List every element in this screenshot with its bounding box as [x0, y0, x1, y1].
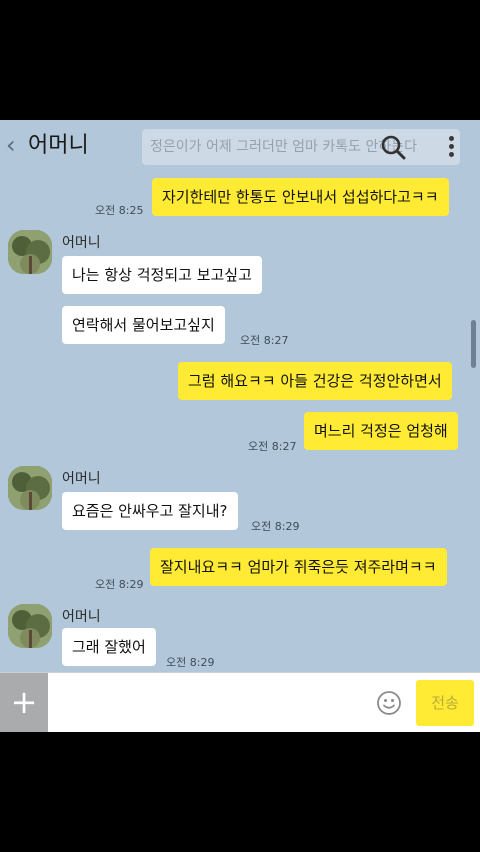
their-message-bubble[interactable]: 그래 잘했어 [62, 628, 156, 666]
message-time: 오전 8:29 [251, 520, 300, 533]
their-message-bubble[interactable]: 연락해서 물어보고싶지 [62, 306, 225, 344]
avatar[interactable] [8, 230, 52, 274]
sender-name: 어머니 [62, 235, 101, 251]
input-bar: + 전송 [0, 672, 480, 732]
message-time: 오전 8:29 [166, 656, 215, 669]
plus-icon[interactable]: + [0, 673, 48, 732]
chat-title: 어머니 [28, 133, 89, 158]
my-message-bubble[interactable]: 며느리 걱정은 엄청해 [304, 412, 458, 450]
chat-header: ‹ 어머니 정은이가 어제 그러더만 엄마 카톡도 안하는다 [0, 120, 480, 172]
scrollbar[interactable] [471, 320, 476, 368]
send-button[interactable]: 전송 [416, 680, 474, 726]
emoji-icon[interactable] [376, 690, 402, 716]
my-message-bubble[interactable]: 그럼 해요ㅋㅋ 아들 건강은 걱정안하면서 [178, 362, 452, 400]
their-message-bubble[interactable]: 요즘은 안싸우고 잘지내? [62, 492, 238, 530]
message-time: 오전 8:25 [95, 204, 144, 217]
avatar[interactable] [8, 466, 52, 510]
sender-name: 어머니 [62, 609, 101, 625]
chat-screen: ‹ 어머니 정은이가 어제 그러더만 엄마 카톡도 안하는다 자기한테만 한통도… [0, 120, 480, 732]
my-message-bubble[interactable]: 잘지내요ㅋㅋ 엄마가 쥐죽은듯 져주라며ㅋㅋ [150, 548, 447, 586]
message-input[interactable] [56, 681, 366, 725]
message-time: 오전 8:29 [95, 578, 144, 591]
search-icon[interactable] [380, 134, 406, 160]
sender-name: 어머니 [62, 471, 101, 487]
avatar[interactable] [8, 604, 52, 648]
chevron-left-icon[interactable]: ‹ [6, 132, 24, 158]
message-time: 오전 8:27 [248, 440, 297, 453]
message-preview[interactable]: 정은이가 어제 그러더만 엄마 카톡도 안하는다 [142, 129, 460, 165]
more-vertical-icon[interactable] [446, 134, 456, 160]
their-message-bubble[interactable]: 나는 항상 걱정되고 보고싶고 [62, 256, 262, 294]
message-time: 오전 8:27 [240, 334, 289, 347]
my-message-bubble[interactable]: 자기한테만 한통도 안보내서 섭섭하다고ㅋㅋ [152, 178, 449, 216]
